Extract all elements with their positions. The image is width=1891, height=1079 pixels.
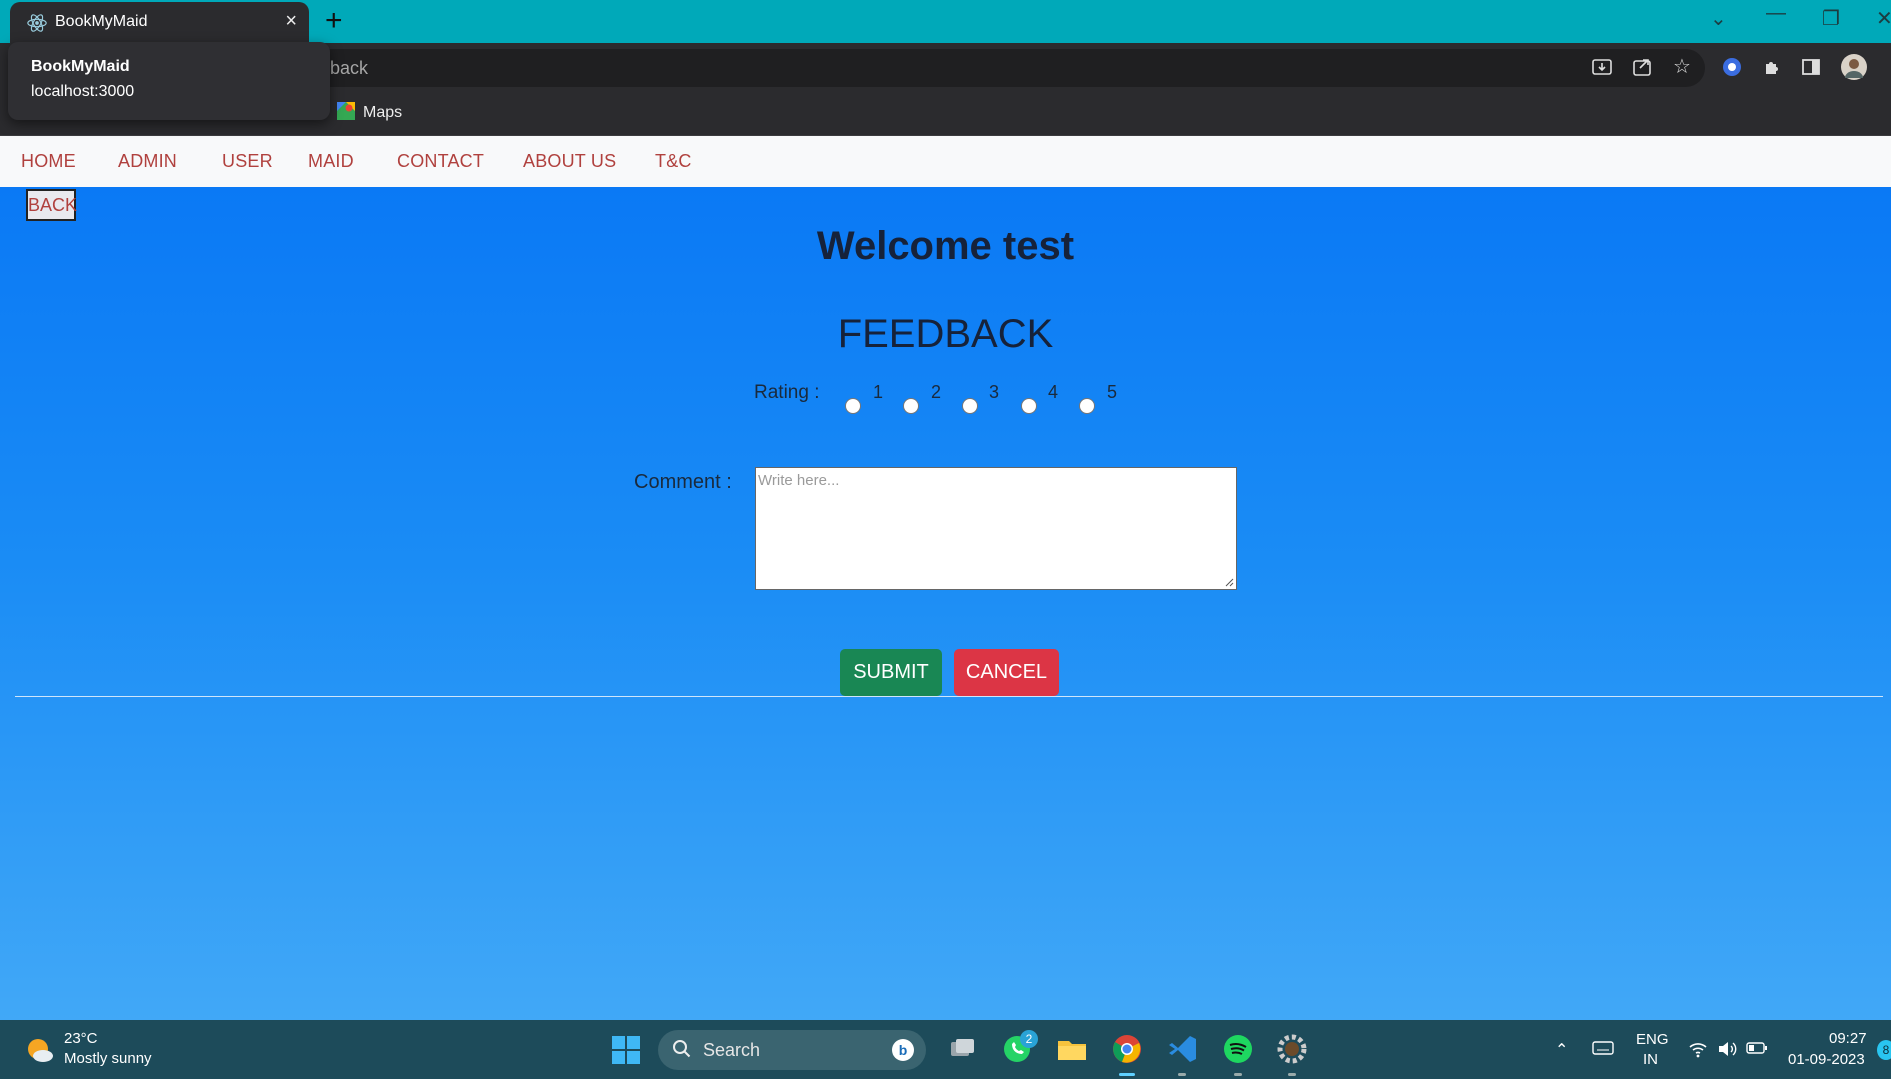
- file-explorer-icon[interactable]: [1055, 1032, 1089, 1066]
- comment-textarea[interactable]: Write here...: [755, 467, 1237, 590]
- vscode-icon[interactable]: [1166, 1032, 1200, 1066]
- settings-indicator: [1288, 1073, 1296, 1076]
- battery-icon[interactable]: [1746, 1040, 1768, 1056]
- notification-badge[interactable]: 8: [1877, 1040, 1891, 1060]
- start-windows-icon[interactable]: [612, 1036, 640, 1064]
- nav-home[interactable]: HOME: [21, 151, 76, 172]
- submit-button[interactable]: SUBMIT: [840, 649, 942, 696]
- spotify-icon[interactable]: [1221, 1032, 1255, 1066]
- address-bar[interactable]: back: [290, 49, 1705, 87]
- tab-search-icon[interactable]: ⌄: [1710, 6, 1727, 31]
- rating-option-3: 3: [989, 382, 1000, 402]
- tab-title: BookMyMaid: [55, 13, 148, 30]
- bookmark-maps[interactable]: Maps: [337, 102, 402, 122]
- nav-admin[interactable]: ADMIN: [118, 151, 177, 172]
- hover-card-title: BookMyMaid: [31, 58, 130, 75]
- close-icon[interactable]: ×: [285, 10, 297, 33]
- settings-gear-icon[interactable]: [1275, 1032, 1309, 1066]
- spotify-indicator: [1234, 1073, 1242, 1076]
- cancel-button[interactable]: CANCEL: [954, 649, 1059, 696]
- minimize-icon[interactable]: —: [1766, 2, 1786, 25]
- tab-hover-card: BookMyMaid localhost:3000: [8, 42, 330, 120]
- site-navbar: HOME ADMIN USER MAID CONTACT ABOUT US T&…: [0, 136, 1891, 187]
- maps-icon: [337, 102, 355, 120]
- bookmark-maps-label: Maps: [363, 104, 403, 121]
- welcome-heading: Welcome test: [816, 224, 1075, 268]
- whatsapp-badge: 2: [1020, 1030, 1038, 1048]
- chrome-active-indicator: [1119, 1073, 1135, 1076]
- volume-icon[interactable]: [1716, 1040, 1738, 1058]
- rating-option-5: 5: [1107, 382, 1118, 402]
- rating-option-1: 1: [873, 382, 884, 402]
- profile-avatar[interactable]: [1840, 53, 1868, 81]
- rating-option-4: 4: [1048, 382, 1059, 402]
- language-label[interactable]: ENG: [1636, 1031, 1669, 1048]
- new-tab-icon[interactable]: +: [325, 4, 343, 38]
- comment-label: Comment :: [634, 471, 732, 493]
- address-url: back: [330, 58, 369, 78]
- hover-card-url: localhost:3000: [31, 83, 135, 100]
- nav-about-us[interactable]: ABOUT US: [523, 151, 616, 172]
- tray-chevron-up-icon[interactable]: ⌃: [1555, 1040, 1568, 1060]
- react-icon: [27, 14, 47, 32]
- resize-handle-icon[interactable]: [1224, 577, 1234, 587]
- feedback-page: BACK Welcome test FEEDBACK Rating : 1 2 …: [0, 187, 1891, 1020]
- search-icon: [673, 1040, 691, 1058]
- rating-radio-3[interactable]: [962, 398, 978, 414]
- rating-radio-2[interactable]: [903, 398, 919, 414]
- taskbar: 23°C Mostly sunny Search b 2 ⌃ ENG IN 09…: [0, 1020, 1891, 1079]
- install-icon[interactable]: [1590, 55, 1614, 79]
- comment-placeholder: Write here...: [758, 472, 840, 489]
- taskbar-search[interactable]: Search b: [658, 1030, 926, 1070]
- bookmark-star-icon[interactable]: ☆: [1670, 55, 1694, 79]
- chrome-icon[interactable]: [1110, 1032, 1144, 1066]
- keyboard-icon[interactable]: [1592, 1040, 1614, 1056]
- rating-radio-4[interactable]: [1021, 398, 1037, 414]
- nav-user[interactable]: USER: [222, 151, 273, 172]
- extensions-puzzle-icon[interactable]: [1760, 55, 1784, 79]
- extension-circle-icon[interactable]: [1720, 55, 1744, 79]
- weather-desc: Mostly sunny: [64, 1050, 152, 1067]
- rating-radio-1[interactable]: [845, 398, 861, 414]
- nav-terms[interactable]: T&C: [655, 151, 692, 172]
- clock-date: 01-09-2023: [1788, 1051, 1865, 1068]
- region-label: IN: [1643, 1051, 1658, 1068]
- close-window-icon[interactable]: ✕: [1876, 6, 1891, 31]
- clock-time[interactable]: 09:27: [1829, 1030, 1867, 1047]
- browser-tabstrip: BookMyMaid × + ⌄ — ❐ ✕: [0, 0, 1891, 43]
- rating-option-2: 2: [931, 382, 942, 402]
- task-view-icon[interactable]: [945, 1032, 979, 1066]
- wifi-icon[interactable]: [1688, 1040, 1708, 1058]
- rating-label: Rating :: [754, 382, 820, 403]
- nav-contact[interactable]: CONTACT: [397, 151, 484, 172]
- side-panel-icon[interactable]: [1799, 55, 1823, 79]
- weather-sun-icon[interactable]: [26, 1037, 54, 1063]
- share-icon[interactable]: [1630, 55, 1654, 79]
- bing-icon[interactable]: b: [892, 1039, 914, 1061]
- browser-tab[interactable]: BookMyMaid ×: [10, 2, 309, 43]
- weather-temp: 23°C: [64, 1030, 98, 1047]
- vscode-indicator: [1178, 1073, 1186, 1076]
- rating-radio-5[interactable]: [1079, 398, 1095, 414]
- page-title: FEEDBACK: [837, 312, 1054, 356]
- search-label: Search: [703, 1040, 761, 1060]
- nav-maid[interactable]: MAID: [308, 151, 354, 172]
- back-button[interactable]: BACK: [26, 189, 77, 221]
- restore-icon[interactable]: ❐: [1822, 6, 1840, 31]
- divider: [15, 696, 1883, 697]
